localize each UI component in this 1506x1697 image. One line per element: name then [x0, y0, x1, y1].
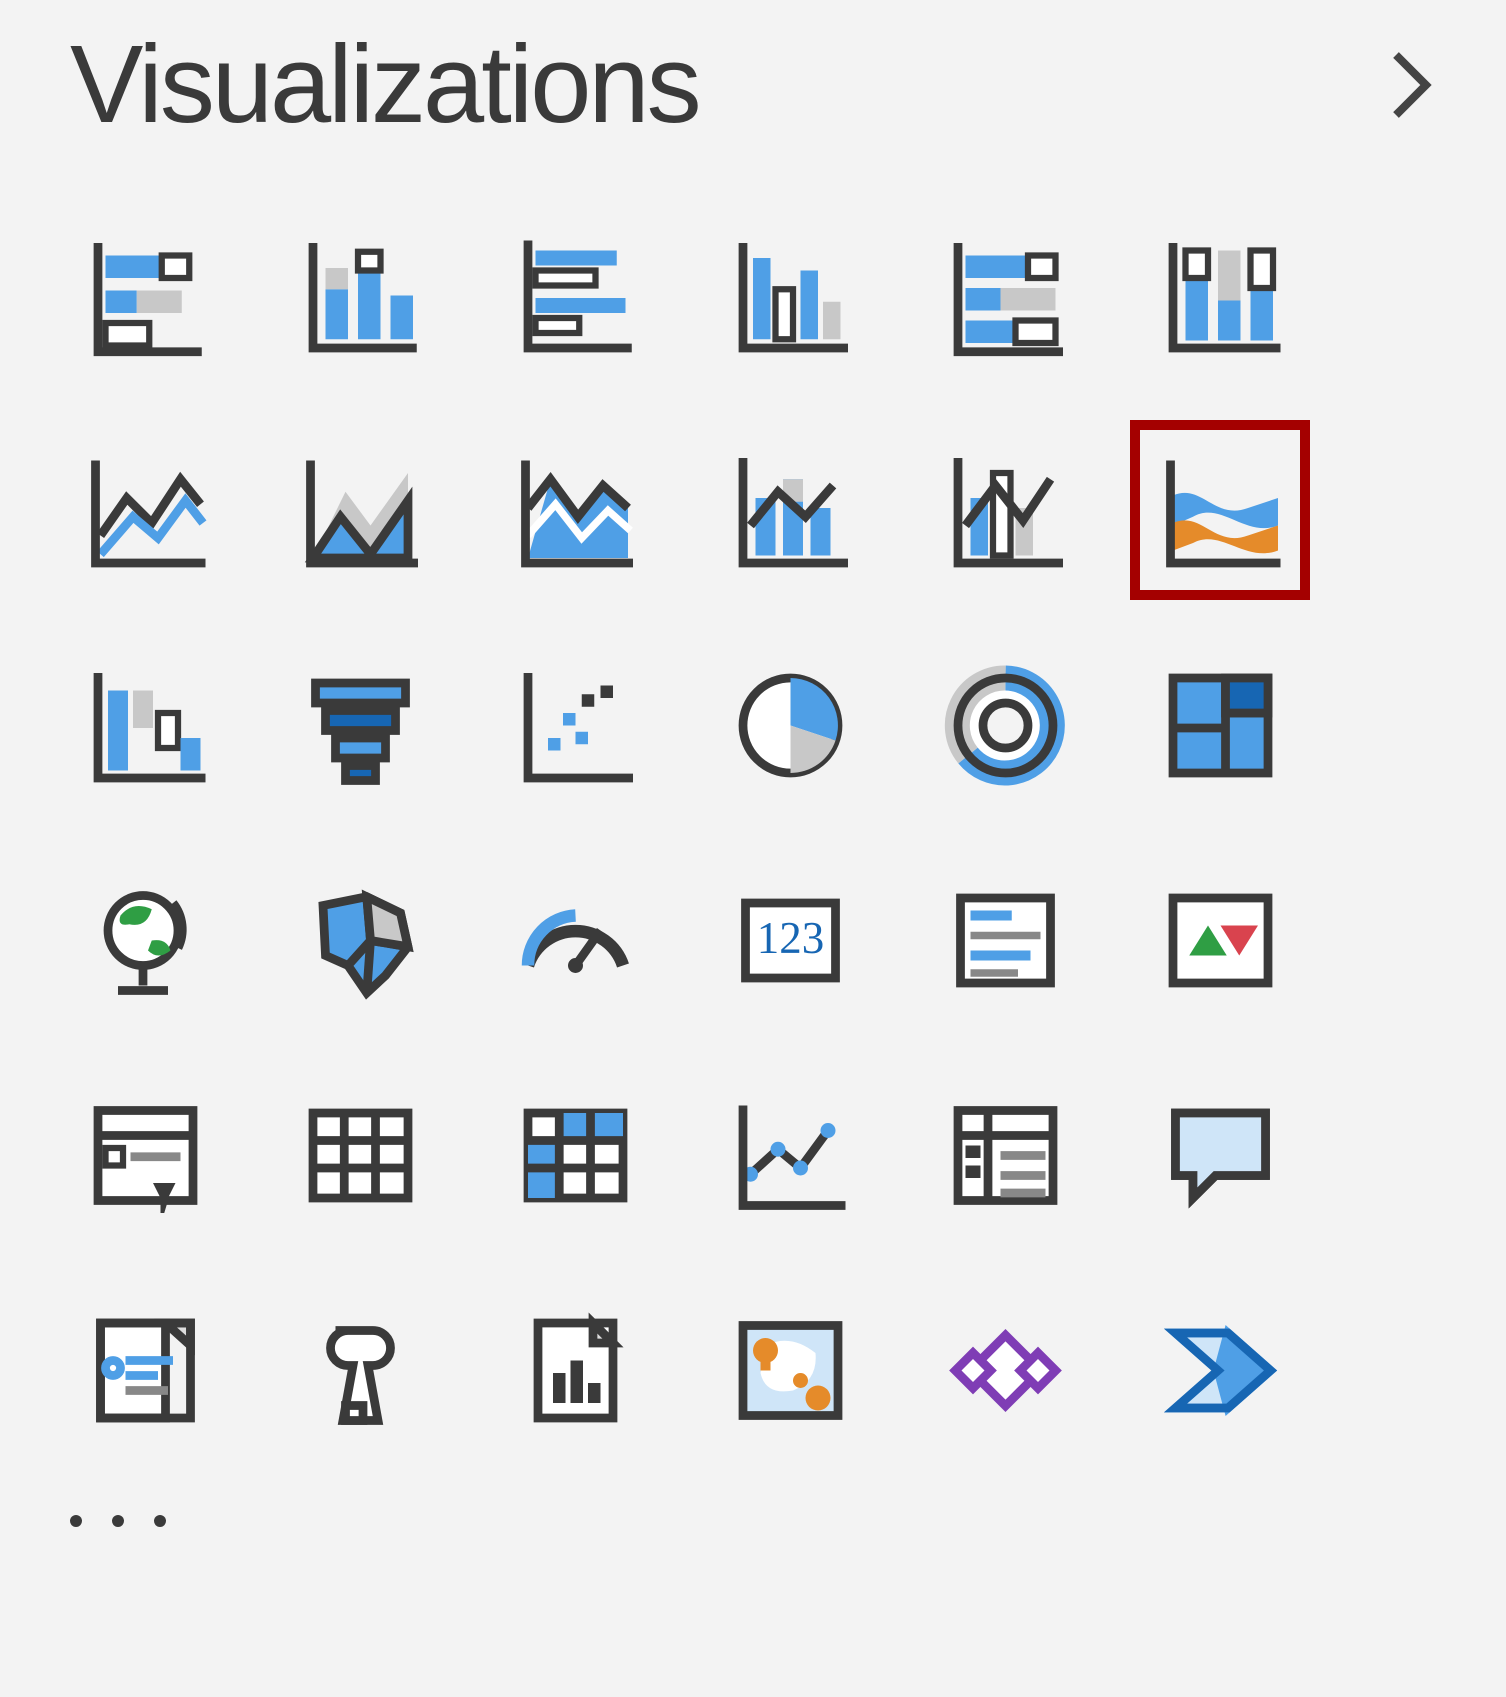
panel-header: Visualizations	[70, 30, 1466, 140]
slicer-icon[interactable]	[70, 1080, 220, 1230]
treemap-chart-icon[interactable]	[1145, 650, 1295, 800]
clustered-column-chart-icon[interactable]	[715, 220, 865, 370]
table-icon[interactable]	[285, 1080, 435, 1230]
funnel-chart-icon[interactable]	[285, 650, 435, 800]
multi-row-card-icon[interactable]	[930, 865, 1080, 1015]
stacked-area-chart-icon[interactable]	[500, 435, 650, 585]
paginated-report-icon[interactable]	[500, 1295, 650, 1445]
scatter-chart-icon[interactable]	[500, 650, 650, 800]
clustered-bar-chart-icon[interactable]	[500, 220, 650, 370]
key-influencers-icon[interactable]	[70, 1295, 220, 1445]
svg-text:123: 123	[756, 913, 824, 963]
kpi-chart-icon[interactable]	[1145, 865, 1295, 1015]
stacked-bar-chart-icon[interactable]	[70, 220, 220, 370]
chevron-right-icon[interactable]	[1376, 50, 1446, 120]
card-chart-icon[interactable]: 123	[715, 865, 865, 1015]
panel-title: Visualizations	[70, 30, 699, 140]
hundred-stacked-bar-icon[interactable]	[930, 220, 1080, 370]
visualization-icon-grid: 123	[70, 220, 1466, 1445]
gauge-chart-icon[interactable]	[500, 865, 650, 1015]
decomposition-tree-icon[interactable]	[285, 1295, 435, 1445]
matrix-icon[interactable]	[500, 1080, 650, 1230]
waterfall-chart-icon[interactable]	[70, 650, 220, 800]
hundred-stacked-column-icon[interactable]	[1145, 220, 1295, 370]
line-chart-icon[interactable]	[70, 435, 220, 585]
stacked-column-chart-icon[interactable]	[285, 220, 435, 370]
power-apps-icon[interactable]	[930, 1295, 1080, 1445]
donut-chart-icon[interactable]	[930, 650, 1080, 800]
ellipsis-icon[interactable]	[70, 1515, 1466, 1527]
area-chart-icon[interactable]	[285, 435, 435, 585]
map-globe-icon[interactable]	[70, 865, 220, 1015]
ribbon-chart-icon[interactable]	[1145, 435, 1295, 585]
qna-visual-icon[interactable]	[1145, 1080, 1295, 1230]
arcgis-map-icon[interactable]	[715, 1295, 865, 1445]
line-stacked-column-icon[interactable]	[715, 435, 865, 585]
pie-chart-icon[interactable]	[715, 650, 865, 800]
power-automate-icon[interactable]	[1145, 1295, 1295, 1445]
r-script-visual-icon[interactable]	[715, 1080, 865, 1230]
line-clustered-column-icon[interactable]	[930, 435, 1080, 585]
visualizations-panel: Visualizations	[0, 0, 1506, 1547]
python-visual-icon[interactable]	[930, 1080, 1080, 1230]
filled-map-icon[interactable]	[285, 865, 435, 1015]
